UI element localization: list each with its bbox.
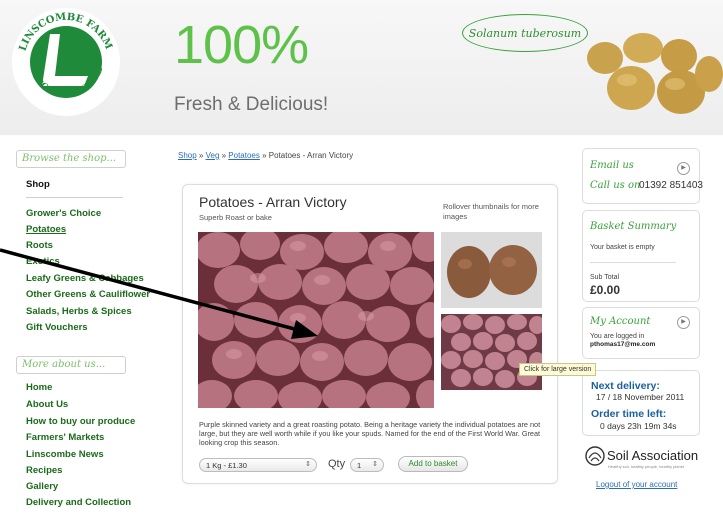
subtotal-label: Sub Total bbox=[590, 274, 620, 281]
qty-select[interactable]: 1 ⇕ bbox=[350, 458, 384, 472]
subtotal-value: £0.00 bbox=[590, 283, 621, 297]
contact-box bbox=[582, 148, 700, 204]
browse-shop-box[interactable]: Browse the shop... bbox=[16, 150, 126, 168]
breadcrumb-sep: » bbox=[196, 151, 206, 160]
product-title: Potatoes - Arran Victory bbox=[199, 194, 347, 210]
next-delivery-value: 17 / 18 November 2011 bbox=[596, 392, 685, 402]
nav-item-potatoes[interactable]: Potatoes bbox=[26, 224, 66, 235]
weight-price-value: 1 Kg - £1.30 bbox=[206, 461, 247, 470]
nav-item-recipes[interactable]: Recipes bbox=[26, 465, 62, 476]
qty-value: 1 bbox=[357, 461, 362, 470]
logged-in-text: You are logged in bbox=[590, 333, 645, 340]
product-main-image[interactable] bbox=[198, 232, 434, 408]
rollover-hint: Rollover thumbnails for more images bbox=[443, 202, 539, 221]
play-circle-icon[interactable]: ▶ bbox=[677, 316, 690, 329]
nav-item-farmers-markets[interactable]: Farmers' Markets bbox=[26, 432, 104, 443]
phone-number: 01392 851403 bbox=[639, 180, 703, 191]
basket-divider bbox=[590, 262, 676, 263]
product-thumbnail-2[interactable] bbox=[441, 314, 542, 390]
weight-price-select[interactable]: 1 Kg - £1.30 ⇕ bbox=[199, 458, 317, 472]
basket-summary-title: Basket Summary bbox=[590, 221, 677, 232]
large-version-tooltip: Click for large version bbox=[519, 363, 597, 376]
breadcrumb-sep: » bbox=[259, 151, 269, 160]
linscombe-farm-logo[interactable]: LINSCOMBE FARM ORGANIC VEGETABLES bbox=[10, 6, 122, 118]
nav-item-linscombe-news[interactable]: Linscombe News bbox=[26, 449, 104, 460]
order-time-value: 0 days 23h 19m 34s bbox=[600, 421, 677, 431]
next-delivery-label: Next delivery: bbox=[591, 380, 660, 392]
nav-item-roots[interactable]: Roots bbox=[26, 240, 53, 251]
nav-item-about-us[interactable]: About Us bbox=[26, 399, 68, 410]
add-to-basket-button[interactable]: Add to basket bbox=[398, 456, 468, 472]
breadcrumb: Shop » Veg » Potatoes » Potatoes - Arran… bbox=[178, 151, 353, 160]
product-description: Purple skinned variety and a great roast… bbox=[199, 420, 541, 447]
nav-item-exotics[interactable]: Exotics bbox=[26, 256, 60, 267]
nav-item-salads-herbs[interactable]: Salads, Herbs & Spices bbox=[26, 306, 132, 317]
nav-item-delivery-collection[interactable]: Delivery and Collection bbox=[26, 497, 131, 508]
more-about-us-box[interactable]: More about us... bbox=[16, 356, 126, 374]
nav-item-home[interactable]: Home bbox=[26, 382, 52, 393]
select-arrows-icon: ⇕ bbox=[305, 461, 311, 468]
my-account-title: My Account bbox=[590, 316, 651, 327]
nav-item-gallery[interactable]: Gallery bbox=[26, 481, 58, 492]
nav-shop-heading[interactable]: Shop bbox=[26, 179, 50, 190]
select-arrows-icon: ⇕ bbox=[372, 461, 378, 468]
soil-association-logo-icon bbox=[585, 446, 605, 466]
breadcrumb-current: Potatoes - Arran Victory bbox=[268, 151, 354, 160]
soil-association-name: Soil Association bbox=[607, 448, 699, 463]
breadcrumb-sep: » bbox=[219, 151, 229, 160]
product-thumbnail-1[interactable] bbox=[441, 232, 542, 308]
play-circle-icon[interactable]: ▶ bbox=[677, 162, 690, 175]
nav-item-leafy-greens[interactable]: Leafy Greens & Cabbages bbox=[26, 273, 144, 284]
nav-item-how-to-buy[interactable]: How to buy our produce bbox=[26, 416, 135, 427]
breadcrumb-shop[interactable]: Shop bbox=[178, 151, 197, 160]
product-subtitle: Superb Roast or bake bbox=[199, 213, 272, 222]
nav-item-gift-vouchers[interactable]: Gift Vouchers bbox=[26, 322, 88, 333]
order-time-label: Order time left: bbox=[591, 408, 667, 420]
hero-subtitle: Fresh & Delicious! bbox=[174, 94, 329, 115]
qty-label: Qty bbox=[328, 458, 346, 470]
latin-name-badge: Solanum tuberosum bbox=[462, 14, 588, 52]
email-us-link[interactable]: Email us bbox=[590, 160, 634, 171]
breadcrumb-veg[interactable]: Veg bbox=[206, 151, 220, 160]
basket-empty-text: Your basket is empty bbox=[590, 244, 655, 251]
hero-percent: 100% bbox=[174, 15, 309, 75]
nav-item-other-greens[interactable]: Other Greens & Cauliflower bbox=[26, 289, 150, 300]
nav-divider bbox=[26, 197, 123, 198]
nav-item-growers-choice[interactable]: Grower's Choice bbox=[26, 208, 101, 219]
call-us-label: Call us on bbox=[590, 180, 641, 191]
logout-link[interactable]: Logout of your account bbox=[596, 480, 677, 489]
breadcrumb-potatoes[interactable]: Potatoes bbox=[228, 151, 260, 160]
soil-association-tagline: Healthy soil, healthy people, healthy pl… bbox=[608, 464, 685, 469]
header-potatoes-image bbox=[587, 33, 723, 114]
account-email: pthomas17@me.com bbox=[590, 341, 656, 348]
